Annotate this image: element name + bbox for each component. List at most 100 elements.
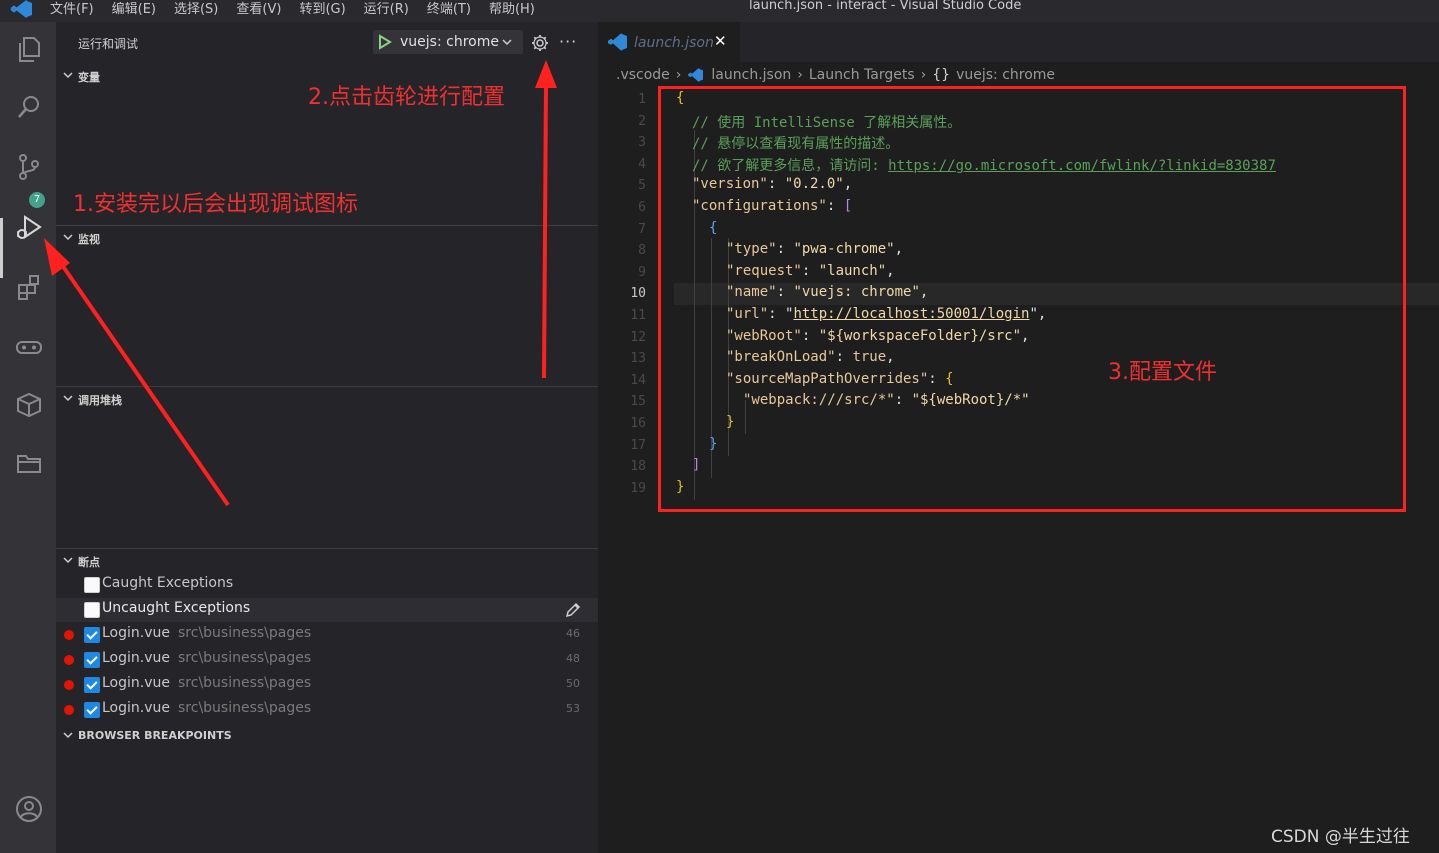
line-number: 5 — [638, 178, 646, 193]
breakpoint-dot-icon — [64, 705, 74, 715]
line-number: 14 — [630, 373, 646, 388]
line-number: 3 — [638, 135, 646, 150]
line-number: 18 — [630, 459, 646, 474]
window-title: launch.json - interact - Visual Studio C… — [749, 0, 1022, 13]
breakpoint-path: src\business\pages — [178, 625, 312, 641]
breakpoint-row[interactable]: Login.vue src\business\pages 50 — [56, 673, 598, 697]
menu-terminal[interactable]: 终端(T) — [427, 0, 471, 17]
start-debugging-icon[interactable] — [378, 34, 392, 50]
activity-bar: 7 — [0, 22, 56, 853]
menu-run[interactable]: 运行(R) — [364, 0, 409, 17]
search-icon[interactable] — [10, 88, 48, 126]
line-number: 12 — [630, 330, 646, 345]
menu-view[interactable]: 查看(V) — [236, 0, 281, 17]
breadcrumb-item[interactable]: .vscode — [616, 67, 670, 83]
source-control-icon[interactable] — [10, 148, 48, 186]
breadcrumb-item[interactable]: Launch Targets — [809, 67, 915, 83]
exception-label: Caught Exceptions — [102, 575, 234, 591]
line-number: 16 — [630, 416, 646, 431]
breakpoints-section-header[interactable]: 断点 — [56, 550, 598, 572]
breakpoint-path: src\business\pages — [178, 675, 312, 691]
remote-icon[interactable] — [10, 328, 48, 366]
run-debug-icon[interactable] — [10, 208, 48, 246]
checkbox[interactable] — [84, 577, 100, 593]
breakpoint-path: src\business\pages — [178, 700, 312, 716]
edit-pencil-icon[interactable] — [564, 601, 582, 619]
checkbox[interactable] — [84, 627, 100, 643]
chevron-down-icon — [63, 395, 73, 402]
active-indicator — [0, 218, 3, 278]
checkbox[interactable] — [84, 602, 100, 618]
packages-icon[interactable] — [10, 386, 48, 424]
breakpoint-file: Login.vue — [102, 625, 170, 641]
menu-edit[interactable]: 编辑(E) — [112, 0, 156, 17]
line-number: 2 — [638, 114, 646, 129]
line-number: 13 — [630, 351, 646, 366]
breakpoint-row[interactable]: Login.vue src\business\pages 46 — [56, 623, 598, 647]
sidebar-header: 运行和调试 vuejs: chrome ··· — [56, 22, 598, 62]
call-stack-section-header[interactable]: 调用堆栈 — [56, 388, 598, 410]
tab-launch-json[interactable]: launch.json ✕ — [598, 22, 740, 62]
menu-go[interactable]: 转到(G) — [299, 0, 345, 17]
exception-breakpoint-row[interactable]: Caught Exceptions — [56, 573, 598, 597]
chevron-right-icon: › — [920, 67, 927, 83]
breakpoint-file: Login.vue — [102, 650, 170, 666]
annotation-step3: 3.配置文件 — [1108, 360, 1217, 385]
line-number: 19 — [630, 481, 646, 496]
chevron-down-icon — [63, 72, 73, 79]
config-highlight-box — [658, 86, 1406, 512]
breakpoint-dot-icon — [64, 680, 74, 690]
chevron-down-icon — [63, 557, 73, 564]
extensions-icon[interactable] — [10, 268, 48, 306]
section-divider — [56, 548, 598, 549]
menu-file[interactable]: 文件(F) — [50, 0, 94, 17]
more-actions-icon[interactable]: ··· — [559, 32, 577, 51]
editor-tab-bar: launch.json ✕ — [598, 22, 1439, 62]
menu-selection[interactable]: 选择(S) — [174, 0, 218, 17]
chevron-right-icon: › — [797, 67, 803, 83]
menu-help[interactable]: 帮助(H) — [489, 0, 535, 17]
title-bar: 文件(F) 编辑(E) 选择(S) 查看(V) 转到(G) 运行(R) 终端(T… — [0, 0, 1439, 22]
chevron-down-icon — [502, 39, 512, 46]
exception-breakpoint-row[interactable]: Uncaught Exceptions — [56, 598, 598, 622]
vscode-file-icon — [608, 33, 627, 51]
annotation-step1: 1.安装完以后会出现调试图标 — [73, 192, 358, 217]
checkbox[interactable] — [84, 677, 100, 693]
section-title: 监视 — [78, 233, 100, 246]
line-number: 6 — [638, 200, 646, 215]
breakpoint-dot-icon — [64, 630, 74, 640]
breadcrumb-item[interactable]: launch.json — [711, 67, 791, 83]
tab-label: launch.json — [634, 35, 714, 51]
vscode-file-icon — [688, 68, 704, 82]
breakpoint-file: Login.vue — [102, 675, 170, 691]
browser-breakpoints-section-header[interactable]: BROWSER BREAKPOINTS — [56, 725, 598, 747]
line-number: 4 — [638, 157, 646, 172]
breadcrumb-item[interactable]: vuejs: chrome — [956, 67, 1055, 83]
checkbox[interactable] — [84, 652, 100, 668]
run-config-label: vuejs: chrome — [400, 34, 499, 50]
run-config-dropdown[interactable]: vuejs: chrome — [373, 30, 523, 54]
breakpoint-path: src\business\pages — [178, 650, 312, 666]
close-icon[interactable]: ✕ — [714, 32, 727, 50]
breakpoint-dot-icon — [64, 655, 74, 665]
breakpoint-file: Login.vue — [102, 700, 170, 716]
section-divider — [56, 386, 598, 387]
watch-section-header[interactable]: 监视 — [56, 227, 598, 249]
breakpoint-row[interactable]: Login.vue src\business\pages 48 — [56, 648, 598, 672]
checkbox[interactable] — [84, 702, 100, 718]
folder-icon[interactable] — [10, 444, 48, 482]
line-number: 15 — [630, 394, 646, 409]
explorer-icon[interactable] — [10, 30, 48, 68]
braces-icon: {} — [932, 67, 951, 83]
breakpoint-row[interactable]: Login.vue src\business\pages 53 — [56, 698, 598, 722]
breakpoint-line: 48 — [566, 652, 580, 665]
chevron-right-icon: › — [675, 67, 682, 83]
line-number: 8 — [638, 243, 646, 258]
chevron-down-icon — [63, 234, 73, 241]
vscode-logo-icon — [10, 0, 32, 18]
section-title: BROWSER BREAKPOINTS — [78, 729, 232, 742]
sidebar-title: 运行和调试 — [78, 37, 139, 51]
gear-icon[interactable] — [530, 33, 550, 53]
account-icon[interactable] — [10, 790, 48, 828]
breakpoint-line: 50 — [566, 677, 580, 690]
